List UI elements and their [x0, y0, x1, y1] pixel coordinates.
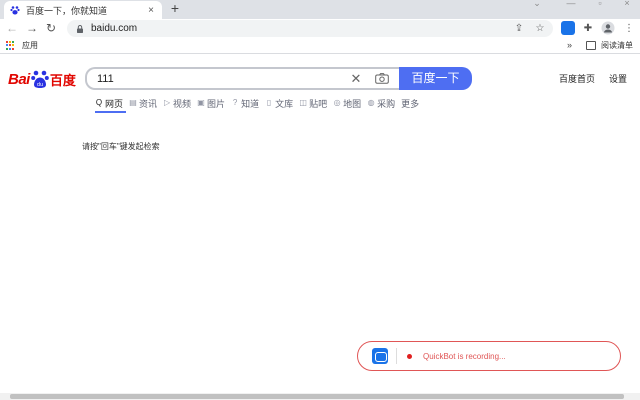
tab-label: 视频: [173, 98, 192, 109]
apps-grid-icon: [6, 40, 16, 51]
purchase-icon: ◍: [367, 98, 375, 107]
tab-label: 知道: [241, 98, 260, 109]
image-icon: ▣: [197, 98, 205, 107]
baidu-paw-icon: [10, 5, 20, 15]
browser-tab[interactable]: 百度一下，你就知道 ×: [4, 1, 162, 19]
recording-indicator[interactable]: QuickBot is recording...: [357, 341, 621, 371]
minimize-icon[interactable]: —: [556, 0, 586, 10]
baidu-home-link[interactable]: 百度首页: [559, 72, 595, 85]
bookmark-apps[interactable]: 应用: [6, 40, 38, 51]
chevron-down-icon[interactable]: ⌄: [522, 0, 552, 10]
baidu-paw-logo-icon: du: [31, 70, 49, 88]
reading-list-label: 阅读清单: [601, 41, 633, 50]
baidu-logo[interactable]: Bai du 百度: [8, 67, 76, 91]
bookmark-apps-label: 应用: [22, 41, 38, 50]
search-tabs: Q 网页 ▤ 资讯 ▷ 视频 ▣ 图片 ? 知道 ▯ 文库 ◫ 贴吧 ◎ 地图: [95, 97, 425, 109]
map-icon: ◎: [333, 98, 341, 107]
lock-icon: [77, 24, 83, 33]
browser-toolbar: ← → ↻ baidu.com ⇪ ☆ ✚ ⋮: [0, 19, 640, 38]
active-tab-indicator: [95, 111, 126, 113]
horizontal-scrollbar[interactable]: [0, 393, 640, 400]
menu-kebab-icon[interactable]: ⋮: [622, 22, 636, 35]
tab-close-icon[interactable]: ×: [146, 5, 156, 16]
share-icon[interactable]: ⇪: [512, 22, 526, 35]
recording-status-text: QuickBot is recording...: [423, 351, 506, 361]
tab-label: 更多: [401, 98, 420, 109]
star-icon[interactable]: ☆: [533, 22, 547, 35]
document-icon: ▯: [266, 98, 272, 107]
quickbot-extension-icon[interactable]: [561, 21, 575, 35]
tab-tieba[interactable]: ◫ 贴吧: [299, 97, 327, 109]
search-icon: Q: [95, 98, 103, 107]
tab-label: 贴吧: [309, 98, 328, 109]
news-icon: ▤: [129, 98, 137, 107]
tab-label: 网页: [105, 98, 124, 109]
tab-wenku[interactable]: ▯ 文库: [265, 97, 293, 109]
tab-video[interactable]: ▷ 视频: [163, 97, 191, 109]
reading-list-icon: [586, 41, 596, 50]
bookmarks-bar: 应用 » 阅读清单: [0, 38, 640, 54]
logo-text-baidu: 百度: [49, 72, 76, 88]
tab-more[interactable]: 更多: [401, 97, 419, 109]
logo-text-bai: Bai: [8, 70, 30, 88]
tab-label: 采购: [377, 98, 396, 109]
close-window-icon[interactable]: ×: [612, 0, 640, 10]
tab-map[interactable]: ◎ 地图: [333, 97, 362, 109]
video-icon: ▷: [163, 98, 171, 107]
search-input[interactable]: 111 ✕: [85, 67, 399, 90]
reload-icon[interactable]: ↻: [44, 21, 58, 35]
tab-images[interactable]: ▣ 图片: [197, 97, 225, 109]
bookmarks-overflow-button[interactable]: »: [567, 40, 572, 50]
tab-label: 图片: [207, 98, 226, 109]
settings-link[interactable]: 设置: [609, 72, 627, 85]
maximize-icon[interactable]: ▫: [585, 0, 615, 10]
quickbot-logo-icon: [372, 348, 388, 364]
url-text: baidu.com: [91, 23, 138, 34]
tab-purchase[interactable]: ◍ 采购: [367, 97, 396, 109]
tab-web[interactable]: Q 网页: [95, 97, 123, 109]
tab-label: 文库: [275, 98, 294, 109]
profile-avatar-icon[interactable]: [601, 21, 615, 35]
extensions-puzzle-icon[interactable]: ✚: [581, 22, 595, 35]
forum-icon: ◫: [299, 98, 307, 107]
search-query-text: 111: [97, 72, 114, 85]
reading-list-button[interactable]: 阅读清单: [586, 40, 633, 51]
tab-label: 地图: [343, 98, 362, 109]
forward-icon[interactable]: →: [25, 21, 39, 35]
clear-icon[interactable]: ✕: [349, 71, 363, 87]
divider: [396, 348, 397, 364]
tab-zhidao[interactable]: ? 知道: [231, 97, 259, 109]
search-button[interactable]: 百度一下: [399, 67, 472, 90]
camera-icon[interactable]: [375, 73, 389, 84]
scrollbar-thumb[interactable]: [10, 394, 624, 399]
svg-text:du: du: [37, 82, 43, 88]
search-hint-text: 请按"回车"键发起检索: [82, 142, 160, 151]
back-icon[interactable]: ←: [5, 21, 19, 35]
recording-dot-icon: [407, 353, 412, 359]
tab-label: 资讯: [139, 98, 158, 109]
new-tab-button[interactable]: +: [167, 0, 183, 18]
tab-news[interactable]: ▤ 资讯: [129, 97, 157, 109]
address-bar[interactable]: baidu.com: [67, 20, 553, 37]
tab-title: 百度一下，你就知道: [26, 5, 108, 16]
question-icon: ?: [232, 98, 238, 107]
tab-strip: 百度一下，你就知道 × + ⌄ — ▫ ×: [0, 0, 640, 19]
